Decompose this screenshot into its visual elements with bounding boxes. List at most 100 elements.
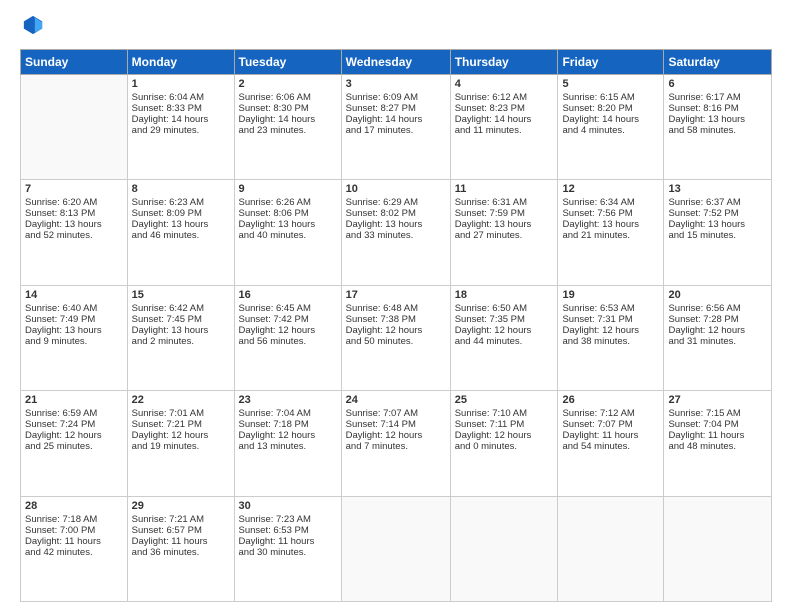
day-number: 28 [25, 500, 123, 512]
day-number: 29 [132, 500, 230, 512]
day-info-line: and 13 minutes. [239, 441, 337, 452]
day-info-line: Daylight: 13 hours [25, 325, 123, 336]
day-info-line: Sunrise: 6:53 AM [562, 303, 659, 314]
calendar-cell [558, 496, 664, 601]
day-number: 3 [346, 78, 446, 90]
day-info-line: and 4 minutes. [562, 125, 659, 136]
day-info-line: Sunset: 6:57 PM [132, 525, 230, 536]
day-info-line: and 38 minutes. [562, 336, 659, 347]
day-info-line: Daylight: 11 hours [562, 430, 659, 441]
calendar-cell: 14Sunrise: 6:40 AMSunset: 7:49 PMDayligh… [21, 285, 128, 390]
day-info-line: Daylight: 12 hours [455, 325, 554, 336]
day-number: 1 [132, 78, 230, 90]
day-info-line: Sunset: 7:28 PM [668, 314, 767, 325]
day-info-line: Daylight: 13 hours [346, 219, 446, 230]
day-number: 17 [346, 289, 446, 301]
day-info-line: Sunrise: 6:59 AM [25, 408, 123, 419]
calendar-cell: 5Sunrise: 6:15 AMSunset: 8:20 PMDaylight… [558, 75, 664, 180]
day-info-line: Sunrise: 7:04 AM [239, 408, 337, 419]
calendar-header-cell: Thursday [450, 50, 558, 75]
day-info-line: Sunset: 7:04 PM [668, 419, 767, 430]
day-info-line: and 19 minutes. [132, 441, 230, 452]
day-info-line: Sunrise: 7:12 AM [562, 408, 659, 419]
day-info-line: Sunrise: 6:48 AM [346, 303, 446, 314]
calendar-header-cell: Tuesday [234, 50, 341, 75]
day-info-line: Sunset: 8:06 PM [239, 208, 337, 219]
day-info-line: and 25 minutes. [25, 441, 123, 452]
day-number: 14 [25, 289, 123, 301]
day-info-line: Sunset: 8:33 PM [132, 103, 230, 114]
day-info-line: Sunset: 7:11 PM [455, 419, 554, 430]
calendar-cell: 22Sunrise: 7:01 AMSunset: 7:21 PMDayligh… [127, 391, 234, 496]
day-number: 16 [239, 289, 337, 301]
calendar-cell: 24Sunrise: 7:07 AMSunset: 7:14 PMDayligh… [341, 391, 450, 496]
calendar-cell: 29Sunrise: 7:21 AMSunset: 6:57 PMDayligh… [127, 496, 234, 601]
day-info-line: Daylight: 12 hours [346, 430, 446, 441]
day-info-line: Sunrise: 7:18 AM [25, 514, 123, 525]
calendar-cell: 12Sunrise: 6:34 AMSunset: 7:56 PMDayligh… [558, 180, 664, 285]
day-info-line: Daylight: 11 hours [132, 536, 230, 547]
calendar-week-row: 28 Sunrise: 7:18 AMSunset: 7:00 PM Dayligh… [21, 496, 772, 601]
calendar-cell: 2Sunrise: 6:06 AMSunset: 8:30 PMDaylight… [234, 75, 341, 180]
day-number: 26 [562, 394, 659, 406]
day-info-line: Sunrise: 6:04 AM [132, 92, 230, 103]
day-number: 5 [562, 78, 659, 90]
day-number: 15 [132, 289, 230, 301]
logo-icon [22, 14, 44, 36]
day-info-line: Sunrise: 6:06 AM [239, 92, 337, 103]
day-info-line: and 21 minutes. [562, 230, 659, 241]
day-info-line: Sunrise: 6:23 AM [132, 197, 230, 208]
day-info-line: Sunset: 7:38 PM [346, 314, 446, 325]
calendar-cell: 1Sunrise: 6:04 AMSunset: 8:33 PMDaylight… [127, 75, 234, 180]
day-info-line: and 11 minutes. [455, 125, 554, 136]
calendar-week-row: 7Sunrise: 6:20 AMSunset: 8:13 PMDaylight… [21, 180, 772, 285]
day-info-line: Sunset: 7:49 PM [25, 314, 123, 325]
day-number: 24 [346, 394, 446, 406]
day-info-line: Sunrise: 6:09 AM [346, 92, 446, 103]
day-info-line: and 30 minutes. [239, 547, 337, 558]
day-info-line: Sunset: 7:45 PM [132, 314, 230, 325]
day-info-line: Sunset: 7:14 PM [346, 419, 446, 430]
day-info-line: Sunrise: 6:56 AM [668, 303, 767, 314]
calendar-cell [341, 496, 450, 601]
day-info-line: Daylight: 13 hours [668, 219, 767, 230]
calendar-body: 1 Sunrise: 6:04 AMSunset: 8:33 PM Daylight… [21, 75, 772, 602]
calendar-cell: 15Sunrise: 6:42 AMSunset: 7:45 PMDayligh… [127, 285, 234, 390]
day-info-line: Daylight: 12 hours [25, 430, 123, 441]
day-info-line: Daylight: 12 hours [239, 325, 337, 336]
day-info-line: Sunrise: 6:37 AM [668, 197, 767, 208]
day-info-line: Daylight: 11 hours [239, 536, 337, 547]
day-info-line: Daylight: 12 hours [346, 325, 446, 336]
day-info-line: Sunset: 7:31 PM [562, 314, 659, 325]
day-info-line: Sunset: 7:00 PM [25, 525, 123, 536]
day-info-line: and 31 minutes. [668, 336, 767, 347]
day-info-line: Daylight: 13 hours [25, 219, 123, 230]
day-info-line: and 48 minutes. [668, 441, 767, 452]
day-info-line: and 58 minutes. [668, 125, 767, 136]
calendar-header-cell: Monday [127, 50, 234, 75]
calendar-cell: 6Sunrise: 6:17 AMSunset: 8:16 PMDaylight… [664, 75, 772, 180]
day-number: 22 [132, 394, 230, 406]
day-info-line: Sunset: 7:52 PM [668, 208, 767, 219]
calendar-cell: 17 Sunrise: 6:48 AMSunset: 7:38 PMDayligh… [341, 285, 450, 390]
day-info-line: Sunrise: 6:34 AM [562, 197, 659, 208]
day-info-line: Sunset: 7:59 PM [455, 208, 554, 219]
day-info-line: and 56 minutes. [239, 336, 337, 347]
day-info-line: Daylight: 14 hours [455, 114, 554, 125]
day-info-line: Sunset: 7:18 PM [239, 419, 337, 430]
day-info-line: Daylight: 14 hours [562, 114, 659, 125]
day-number: 12 [562, 183, 659, 195]
calendar-header-cell: Wednesday [341, 50, 450, 75]
day-info-line: Sunset: 7:35 PM [455, 314, 554, 325]
calendar-cell: 18Sunrise: 6:50 AMSunset: 7:35 PMDayligh… [450, 285, 558, 390]
day-info-line: and 40 minutes. [239, 230, 337, 241]
calendar-cell: 19Sunrise: 6:53 AMSunset: 7:31 PMDayligh… [558, 285, 664, 390]
calendar-cell [450, 496, 558, 601]
calendar-cell: 10Sunrise: 6:29 AMSunset: 8:02 PMDayligh… [341, 180, 450, 285]
day-number: 19 [562, 289, 659, 301]
day-info-line: Sunset: 8:20 PM [562, 103, 659, 114]
day-info-line: Sunset: 8:16 PM [668, 103, 767, 114]
day-info-line: and 46 minutes. [132, 230, 230, 241]
calendar-cell: 7Sunrise: 6:20 AMSunset: 8:13 PMDaylight… [21, 180, 128, 285]
day-info-line: Sunset: 8:27 PM [346, 103, 446, 114]
